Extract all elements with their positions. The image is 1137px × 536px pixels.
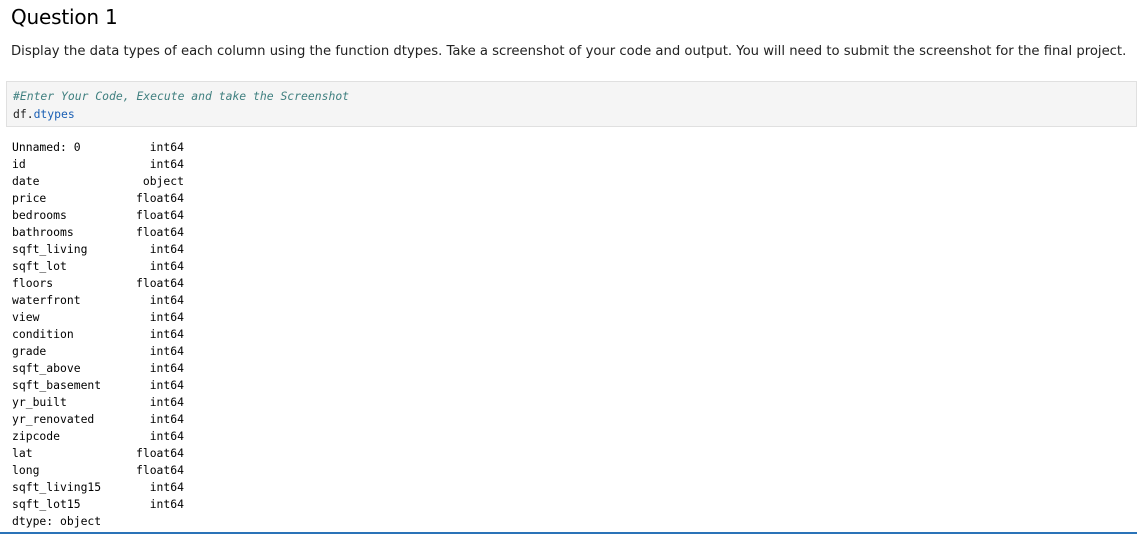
column-type: int64: [149, 378, 184, 392]
dtype-row: bedrooms float64: [12, 207, 212, 224]
dtype-row: floors float64: [12, 275, 212, 292]
column-type: int64: [149, 344, 184, 358]
column-name: long: [12, 463, 40, 477]
column-name: bedrooms: [12, 208, 67, 222]
column-type: int64: [149, 497, 184, 511]
dtype-row: lat float64: [12, 445, 212, 462]
dtype-row: yr_built int64: [12, 394, 212, 411]
column-type: float64: [135, 463, 184, 477]
column-name: view: [12, 310, 40, 324]
column-name: yr_renovated: [12, 412, 95, 426]
question-description: Display the data types of each column us…: [11, 44, 1127, 59]
dtype-row: condition int64: [12, 326, 212, 343]
dtype-row: price float64: [12, 190, 212, 207]
column-name: bathrooms: [12, 225, 74, 239]
column-type: int64: [149, 429, 184, 443]
column-name: sqft_lot15: [12, 497, 81, 511]
column-name: price: [12, 191, 47, 205]
column-type: int64: [149, 140, 184, 154]
column-name: sqft_lot: [12, 259, 67, 273]
code-comment: #Enter Your Code, Execute and take the S…: [13, 89, 350, 103]
column-name: id: [12, 157, 26, 171]
column-type: int64: [149, 327, 184, 341]
column-name: condition: [12, 327, 74, 341]
dtype-row: id int64: [12, 156, 212, 173]
column-name: waterfront: [12, 293, 81, 307]
column-type: int64: [149, 361, 184, 375]
code-line: df.dtypes: [13, 107, 75, 121]
column-type: int64: [149, 293, 184, 307]
dtype-row: long float64: [12, 462, 212, 479]
dtype-row: waterfront int64: [12, 292, 212, 309]
column-name: grade: [12, 344, 47, 358]
dtype-row: sqft_lot int64: [12, 258, 212, 275]
column-name: date: [12, 174, 40, 188]
dtype-row: sqft_living int64: [12, 241, 212, 258]
code-attribute: dtypes: [33, 107, 75, 121]
code-object: df.: [13, 107, 34, 121]
column-type: int64: [149, 480, 184, 494]
column-name: zipcode: [12, 429, 61, 443]
question-title: Question 1: [11, 5, 118, 29]
column-name: Unnamed: 0: [12, 140, 81, 154]
column-type: object: [142, 174, 184, 188]
column-name: sqft_living15: [12, 480, 102, 494]
column-type: float64: [135, 446, 184, 460]
cell-selection-bar: [0, 532, 1137, 534]
column-type: float64: [135, 208, 184, 222]
dtype-row: Unnamed: 0 int64: [12, 139, 212, 156]
column-type: float64: [135, 225, 184, 239]
cell-output: Unnamed: 0 int64 id int64 date object price flo…: [12, 139, 212, 530]
column-name: sqft_above: [12, 361, 81, 375]
dtype-row: date object: [12, 173, 212, 190]
dtype-row: sqft_living15 int64: [12, 479, 212, 496]
dtype-row: bathrooms float64: [12, 224, 212, 241]
column-name: sqft_living: [12, 242, 88, 256]
column-type: int64: [149, 412, 184, 426]
dtype-row: zipcode int64: [12, 428, 212, 445]
dtype-row: grade int64: [12, 343, 212, 360]
column-name: sqft_basement: [12, 378, 102, 392]
dtype-row: sqft_basement int64: [12, 377, 212, 394]
column-name: floors: [12, 276, 54, 290]
dtype-row: sqft_above int64: [12, 360, 212, 377]
column-name: yr_built: [12, 395, 67, 409]
dtype-row: view int64: [12, 309, 212, 326]
dtypes-list: Unnamed: 0 int64 id int64 date object price flo…: [12, 139, 212, 513]
column-type: float64: [135, 191, 184, 205]
dtype-row: yr_renovated int64: [12, 411, 212, 428]
column-type: int64: [149, 395, 184, 409]
column-type: int64: [149, 259, 184, 273]
dtype-row: sqft_lot15 int64: [12, 496, 212, 513]
code-cell[interactable]: #Enter Your Code, Execute and take the S…: [6, 81, 1137, 127]
dtype-footer: dtype: object: [12, 514, 102, 528]
column-type: int64: [149, 157, 184, 171]
column-type: float64: [135, 276, 184, 290]
column-name: lat: [12, 446, 33, 460]
column-type: int64: [149, 242, 184, 256]
column-type: int64: [149, 310, 184, 324]
